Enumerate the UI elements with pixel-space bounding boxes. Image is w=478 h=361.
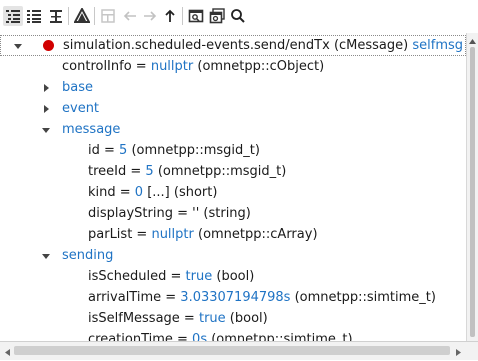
- group-mode-icon[interactable]: [46, 6, 66, 26]
- horizontal-scrollbar[interactable]: [0, 341, 466, 360]
- tree-row-field[interactable]: parList = nullptr (omnetpp::cArray): [0, 224, 466, 245]
- status-dot-icon: [43, 40, 54, 51]
- collapsed-triangle-icon[interactable]: [40, 77, 52, 98]
- toolbar-separator: [68, 7, 69, 25]
- expanded-triangle-icon[interactable]: [40, 245, 52, 266]
- tree-row-field[interactable]: displayString = '' (string): [0, 203, 466, 224]
- scroll-up-arrow-icon[interactable]: [468, 35, 477, 44]
- expanded-triangle-icon[interactable]: [12, 36, 24, 55]
- tree-row-field[interactable]: treeId = 5 (omnetpp::msgid_t): [0, 161, 466, 182]
- children-mode-icon[interactable]: [98, 6, 118, 26]
- vertical-scrollbar[interactable]: [466, 33, 478, 341]
- tree-row-field[interactable]: creationTime = 0s (omnetpp::simtime_t): [0, 329, 466, 341]
- up-arrow-icon[interactable]: [160, 6, 180, 26]
- tree-row-group-base[interactable]: base: [0, 77, 466, 98]
- tree-row-field[interactable]: isSelfMessage = true (bool): [0, 308, 466, 329]
- tree-row-field[interactable]: id = 5 (omnetpp::msgid_t): [0, 140, 466, 161]
- scroll-left-arrow-icon[interactable]: [3, 346, 12, 356]
- scrollbar-corner: [466, 341, 478, 360]
- inspect-icon[interactable]: [186, 6, 206, 26]
- tree-row-root[interactable]: simulation.scheduled-events.send/endTx (…: [0, 35, 466, 56]
- inheritance-mode-icon[interactable]: [72, 6, 92, 26]
- back-arrow-icon[interactable]: [120, 6, 140, 26]
- object-tree[interactable]: simulation.scheduled-events.send/endTx (…: [0, 33, 466, 341]
- collapsed-triangle-icon[interactable]: [40, 98, 52, 119]
- root-label: simulation.scheduled-events.send/endTx (…: [63, 38, 464, 53]
- vertical-scrollbar-thumb[interactable]: [470, 47, 475, 337]
- horizontal-scrollbar-thumb[interactable]: [14, 346, 450, 355]
- tree-row-group-message[interactable]: message: [0, 119, 466, 140]
- forward-arrow-icon[interactable]: [140, 6, 160, 26]
- tree-mode-icon[interactable]: [3, 6, 23, 26]
- tree-row-group-sending[interactable]: sending: [0, 245, 466, 266]
- tree-row-field[interactable]: kind = 0 [...] (short): [0, 182, 466, 203]
- flat-mode-icon[interactable]: [24, 6, 44, 26]
- toolbar-separator: [182, 7, 183, 25]
- tree-row-field[interactable]: arrivalTime = 3.03307194798s (omnetpp::s…: [0, 287, 466, 308]
- toolbar-separator: [94, 7, 95, 25]
- search-icon[interactable]: [228, 6, 248, 26]
- tree-row-group-event[interactable]: event: [0, 98, 466, 119]
- expanded-triangle-icon[interactable]: [40, 119, 52, 140]
- tree-row-field[interactable]: controlInfo = nullptr (omnetpp::cObject): [0, 56, 466, 77]
- inspect-new-icon[interactable]: [207, 6, 227, 26]
- tree-row-field[interactable]: isScheduled = true (bool): [0, 266, 466, 287]
- toolbar: [0, 0, 478, 32]
- scroll-right-arrow-icon[interactable]: [454, 346, 463, 356]
